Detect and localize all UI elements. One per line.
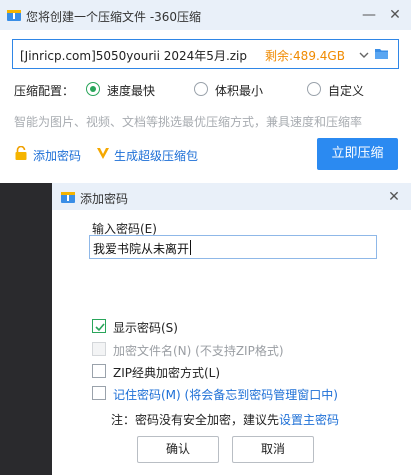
compress-config-label: 压缩配置： bbox=[14, 84, 75, 98]
option-speed-fastest-label[interactable]: 速度最快 bbox=[107, 82, 155, 99]
remember-password-label[interactable]: 记住密码(M) (将会备忘到密码管理窗口中) bbox=[113, 386, 338, 403]
folder-icon[interactable] bbox=[374, 47, 389, 64]
background-window bbox=[0, 183, 52, 475]
radio-speed-fastest[interactable] bbox=[86, 82, 100, 96]
option-custom-label[interactable]: 自定义 bbox=[328, 82, 364, 99]
lock-icon bbox=[14, 145, 28, 164]
check-icon bbox=[95, 323, 105, 332]
remember-password-checkbox[interactable] bbox=[92, 386, 106, 400]
encrypt-filenames-label: 加密文件名(N) (不支持ZIP格式) bbox=[113, 344, 284, 358]
app-logo-icon bbox=[6, 7, 22, 26]
radio-custom[interactable] bbox=[307, 82, 321, 96]
compress-now-button[interactable]: 立即压缩 bbox=[317, 138, 398, 170]
setup-master-password-link[interactable]: 设置主密码 bbox=[279, 413, 339, 427]
archive-path-value: [Jinricp.com]5050yourii 2024年5月.zip bbox=[20, 49, 248, 63]
radio-size-smallest[interactable] bbox=[194, 82, 208, 96]
archive-path-field[interactable]: [Jinricp.com]5050yourii 2024年5月.zip 剩余:4… bbox=[12, 39, 399, 69]
chevron-down-icon[interactable] bbox=[359, 49, 369, 63]
cancel-button[interactable]: 取消 bbox=[232, 436, 314, 463]
add-password-dialog: 添加密码 ✕ 输入密码(E) 我爱书院从未离开 显示密码(S) 加密文件名(N)… bbox=[52, 183, 411, 475]
super-package-link[interactable]: 生成超级压缩包 bbox=[114, 147, 198, 164]
dialog-title-bar: 添加密码 ✕ bbox=[52, 183, 411, 210]
show-password-checkbox[interactable] bbox=[92, 319, 106, 333]
add-password-link[interactable]: 添加密码 bbox=[33, 147, 81, 164]
security-note-text: 注：密码没有安全加密，建议先 bbox=[111, 413, 280, 427]
dialog-title: 添加密码 bbox=[80, 192, 129, 206]
close-icon[interactable]: ✕ bbox=[385, 188, 403, 206]
window-title: 您将创建一个压缩文件 -360压缩 bbox=[26, 10, 202, 24]
compress-hint: 智能为图片、视频、文档等挑选最优压缩方式，兼具速度和压缩率 bbox=[14, 115, 363, 129]
title-bar: 您将创建一个压缩文件 -360压缩 — ✕ bbox=[0, 0, 411, 30]
zip-classic-encryption-label[interactable]: ZIP经典加密方式(L) bbox=[113, 364, 220, 381]
compress-window: 您将创建一个压缩文件 -360压缩 — ✕ [Jinricp.com]5050y… bbox=[0, 0, 411, 183]
option-size-smallest-label[interactable]: 体积最小 bbox=[215, 82, 263, 99]
text-caret bbox=[190, 240, 191, 255]
zip-classic-encryption-checkbox[interactable] bbox=[92, 364, 106, 378]
super-zip-icon bbox=[96, 146, 110, 163]
minimize-icon[interactable]: — bbox=[360, 6, 378, 24]
show-password-label[interactable]: 显示密码(S) bbox=[113, 319, 178, 336]
close-icon[interactable]: ✕ bbox=[386, 6, 404, 24]
password-input[interactable]: 我爱书院从未离开 bbox=[89, 235, 377, 259]
encrypt-filenames-checkbox bbox=[92, 342, 106, 356]
confirm-button[interactable]: 确认 bbox=[137, 436, 219, 463]
app-logo-icon bbox=[60, 189, 76, 208]
password-value: 我爱书院从未离开 bbox=[93, 242, 190, 256]
disk-remaining: 剩余:489.4GB bbox=[265, 49, 345, 63]
security-note: 注：密码没有安全加密，建议先设置主密码 bbox=[111, 411, 339, 428]
